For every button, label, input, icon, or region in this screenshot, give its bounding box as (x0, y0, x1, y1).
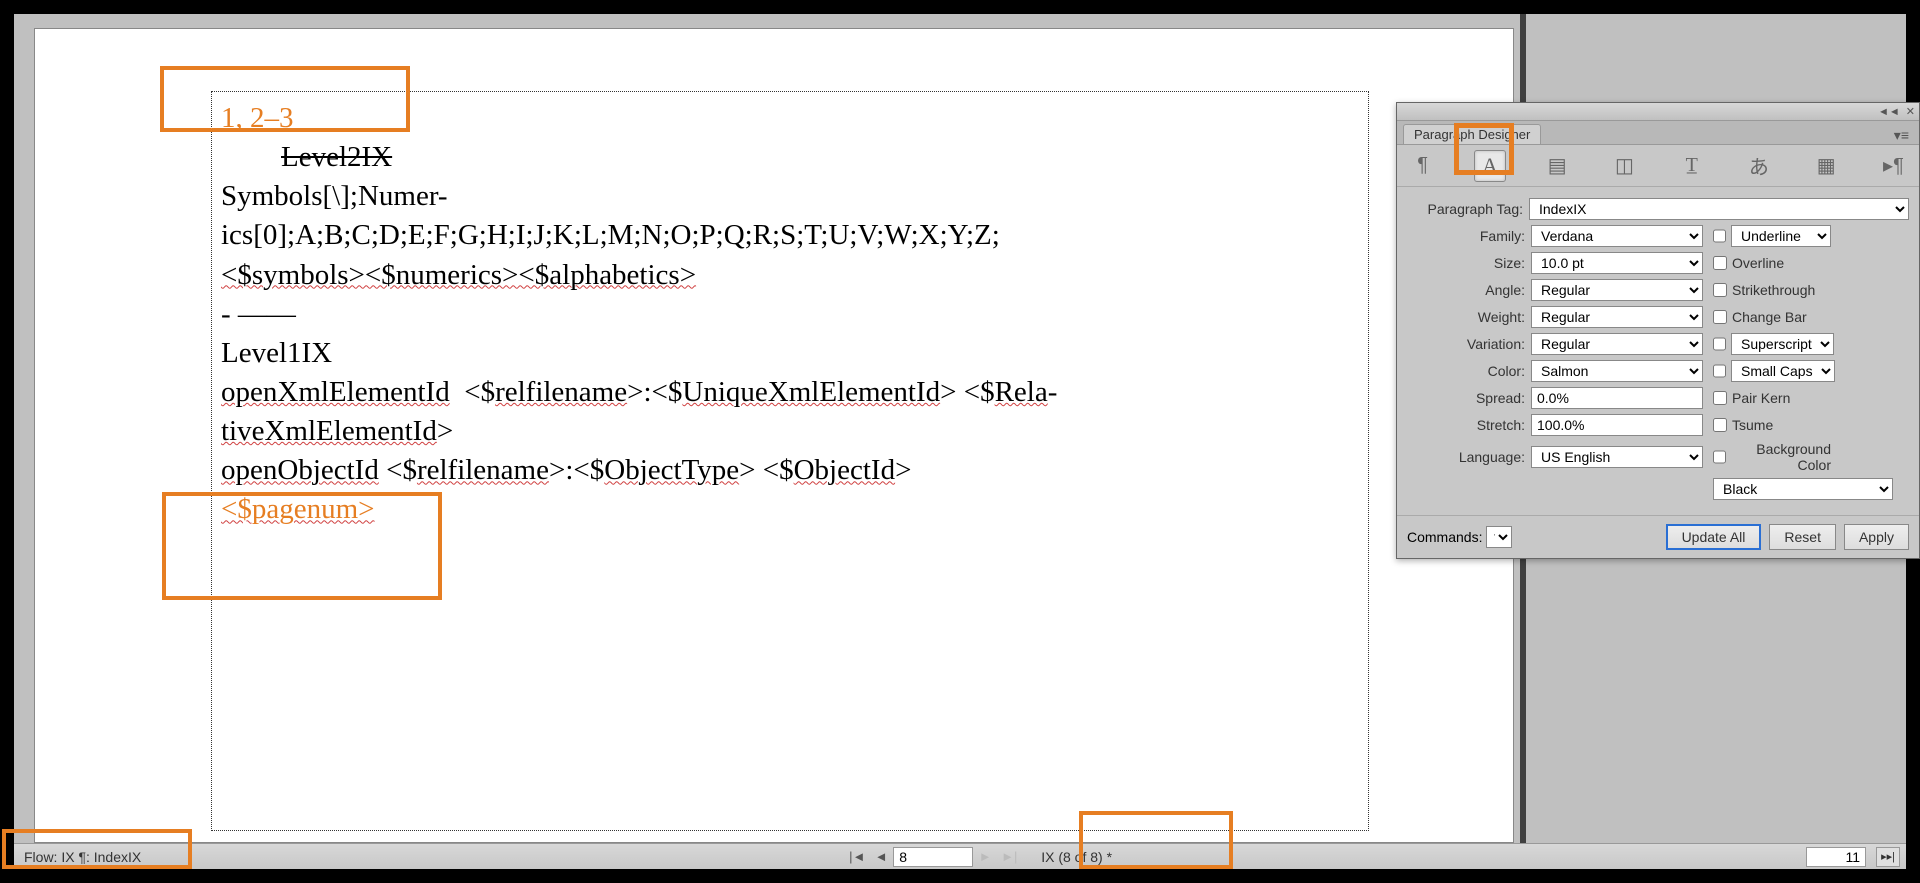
doc-line: - —— (221, 295, 1359, 334)
underline-select[interactable]: Underline (1731, 225, 1831, 247)
commands-menu[interactable]: ▼ (1486, 526, 1512, 548)
family-label: Family: (1407, 228, 1531, 244)
document-area: 1, 2–3 Level2IX Symbols[\];Numer- ics[0]… (14, 14, 1520, 857)
doc-line: openXmlElementId (221, 373, 450, 412)
document-text[interactable]: 1, 2–3 Level2IX Symbols[\];Numer- ics[0]… (211, 91, 1369, 538)
variation-label: Variation: (1407, 336, 1531, 352)
apply-button[interactable]: Apply (1844, 524, 1909, 550)
update-all-button[interactable]: Update All (1666, 524, 1762, 550)
smallcaps-checkbox[interactable] (1713, 364, 1726, 378)
spread-label: Spread: (1407, 390, 1531, 406)
color-select[interactable]: Salmon (1531, 360, 1703, 382)
angle-select[interactable]: Regular (1531, 279, 1703, 301)
tablecell-tab-icon[interactable]: ▦ (1811, 150, 1842, 182)
spread-input[interactable] (1531, 387, 1703, 409)
pairkern-checkbox[interactable] (1713, 391, 1727, 405)
numbering-tab-icon[interactable]: ◫ (1609, 150, 1640, 182)
variation-select[interactable]: Regular (1531, 333, 1703, 355)
size-select[interactable]: 10.0 pt (1531, 252, 1703, 274)
annotation-box (1079, 811, 1233, 869)
first-page-button[interactable]: |◄ (847, 847, 867, 867)
weight-label: Weight: (1407, 309, 1531, 325)
next-page-button[interactable]: ► (975, 847, 995, 867)
asian-tab-icon[interactable]: あ (1743, 150, 1774, 182)
smallcaps-select[interactable]: Small Caps (1731, 360, 1835, 382)
annotation-box (2, 829, 192, 869)
basic-tab-icon[interactable]: ¶ (1407, 150, 1438, 182)
last-page-button[interactable]: ►| (999, 847, 1019, 867)
doc-line: openObjectId (221, 454, 379, 486)
panel-menu-icon[interactable]: ▾≡ (1890, 127, 1913, 144)
prev-page-button[interactable]: ◄ (871, 847, 891, 867)
annotation-box (162, 492, 442, 600)
language-label: Language: (1407, 449, 1531, 465)
document-page[interactable]: 1, 2–3 Level2IX Symbols[\];Numer- ics[0]… (34, 28, 1514, 843)
panel-titlebar[interactable]: ◄◄ ✕ (1397, 103, 1919, 121)
changebar-checkbox[interactable] (1713, 310, 1727, 324)
superscript-checkbox[interactable] (1713, 337, 1726, 351)
doc-line: Level1IX (221, 334, 1359, 373)
size-label: Size: (1407, 255, 1531, 271)
doc-line-vars: <$symbols><$numerics><$alphabetics> (221, 259, 696, 291)
family-select[interactable]: Verdana (1531, 225, 1703, 247)
annotation-box (160, 66, 410, 132)
language-select[interactable]: US English (1531, 446, 1703, 468)
underline-checkbox[interactable] (1713, 229, 1726, 243)
doc-line: tiveXmlElementId (221, 415, 437, 447)
panel-collapse-icon[interactable]: ◄◄ (1878, 106, 1900, 118)
zoom-input[interactable] (1806, 847, 1866, 867)
weight-select[interactable]: Regular (1531, 306, 1703, 328)
advanced-tab-icon[interactable]: T̲ (1676, 150, 1707, 182)
strikethrough-checkbox[interactable] (1713, 283, 1727, 297)
commands-label: Commands: (1407, 529, 1482, 545)
level2-ix-text: Level2IX (281, 141, 392, 173)
reset-button[interactable]: Reset (1769, 524, 1836, 550)
direction-tab-icon[interactable]: ▸¶ (1878, 150, 1909, 182)
panel-close-icon[interactable]: ✕ (1906, 105, 1915, 118)
superscript-select[interactable]: Superscript (1731, 333, 1834, 355)
angle-label: Angle: (1407, 282, 1531, 298)
overline-checkbox[interactable] (1713, 256, 1727, 270)
tsume-checkbox[interactable] (1713, 418, 1727, 432)
bgcolor-select[interactable]: Black (1713, 478, 1893, 500)
stretch-input[interactable] (1531, 414, 1703, 436)
paragraph-tag-label: Paragraph Tag: (1407, 201, 1529, 217)
page-number-input[interactable] (893, 847, 973, 867)
bgcolor-checkbox[interactable] (1713, 450, 1726, 464)
doc-line: ics[0];A;B;C;D;E;F;G;H;I;J;K;L;M;N;O;P;Q… (221, 216, 1359, 255)
doc-line: <$ (450, 373, 495, 412)
annotation-box (1454, 123, 1514, 175)
goto-page-button[interactable]: ▸▸| (1876, 847, 1900, 867)
color-label: Color: (1407, 363, 1531, 379)
stretch-label: Stretch: (1407, 417, 1531, 433)
pagination-tab-icon[interactable]: ▤ (1542, 150, 1573, 182)
paragraph-tag-select[interactable]: IndexIX (1529, 198, 1909, 220)
doc-line: Symbols[\];Numer- (221, 177, 1359, 216)
status-bar: Flow: IX ¶: IndexIX |◄ ◄ ► ►| IX (8 of 8… (14, 843, 1906, 869)
